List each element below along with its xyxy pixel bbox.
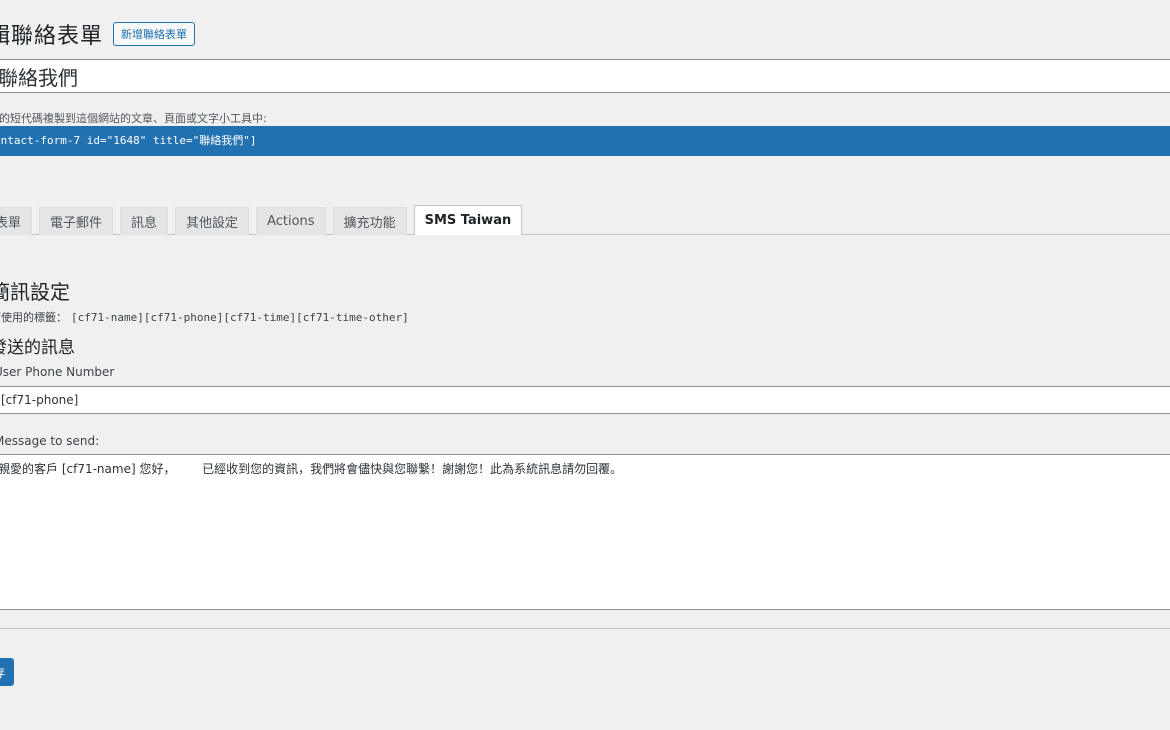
phone-number-input[interactable]	[0, 386, 1170, 414]
add-new-form-button[interactable]: 新增聯絡表單	[113, 22, 196, 46]
tab-additional-settings[interactable]: 其他設定	[175, 207, 250, 235]
tab-actions[interactable]: Actions	[256, 207, 326, 235]
tab-sms-taiwan[interactable]: SMS Taiwan	[413, 205, 523, 235]
available-tags-label: 可使用的標籤：	[0, 311, 67, 324]
available-tags-list: [cf71-name][cf71-phone][cf71-time][cf71-…	[71, 311, 409, 324]
message-to-send-heading: 發送的訊息	[0, 338, 75, 358]
form-title-input[interactable]	[0, 59, 1170, 93]
tab-messages[interactable]: 訊息	[120, 207, 169, 235]
bottom-divider	[0, 628, 1170, 629]
tab-form[interactable]: 表單	[0, 207, 33, 235]
page-title: 輯聯絡表單	[0, 24, 104, 49]
available-tags: 可使用的標籤： [cf71-name][cf71-phone][cf71-time…	[0, 309, 409, 325]
heading-row: 輯聯絡表單 新增聯絡表單	[0, 18, 196, 50]
shortcode-hint: 方的短代碼複製到這個網站的文章、頁面或文字小工具中:	[0, 112, 267, 125]
tab-integrations[interactable]: 擴充功能	[332, 207, 407, 235]
save-button[interactable]: 存	[0, 658, 15, 686]
shortcode-text: ontact-form-7 id="1648" title="聯絡我們"]	[0, 134, 257, 147]
contact-form-editor-page: 輯聯絡表單 新增聯絡表單 方的短代碼複製到這個網站的文章、頁面或文字小工具中: …	[0, 0, 1170, 730]
message-textarea[interactable]: 親愛的客戶 [cf71-name] 您好， 已經收到您的資訊，我們將會儘快與您聯…	[0, 454, 1170, 610]
tab-mail[interactable]: 電子郵件	[39, 207, 114, 235]
phone-number-label: User Phone Number	[0, 365, 115, 379]
editor-tabs: 表單 電子郵件 訊息 其他設定 Actions 擴充功能 SMS Taiwan	[0, 205, 529, 235]
message-label: Message to send:	[0, 434, 100, 448]
sms-settings-heading: 簡訊設定	[0, 280, 70, 304]
shortcode-field[interactable]: ontact-form-7 id="1648" title="聯絡我們"]	[0, 126, 1170, 156]
